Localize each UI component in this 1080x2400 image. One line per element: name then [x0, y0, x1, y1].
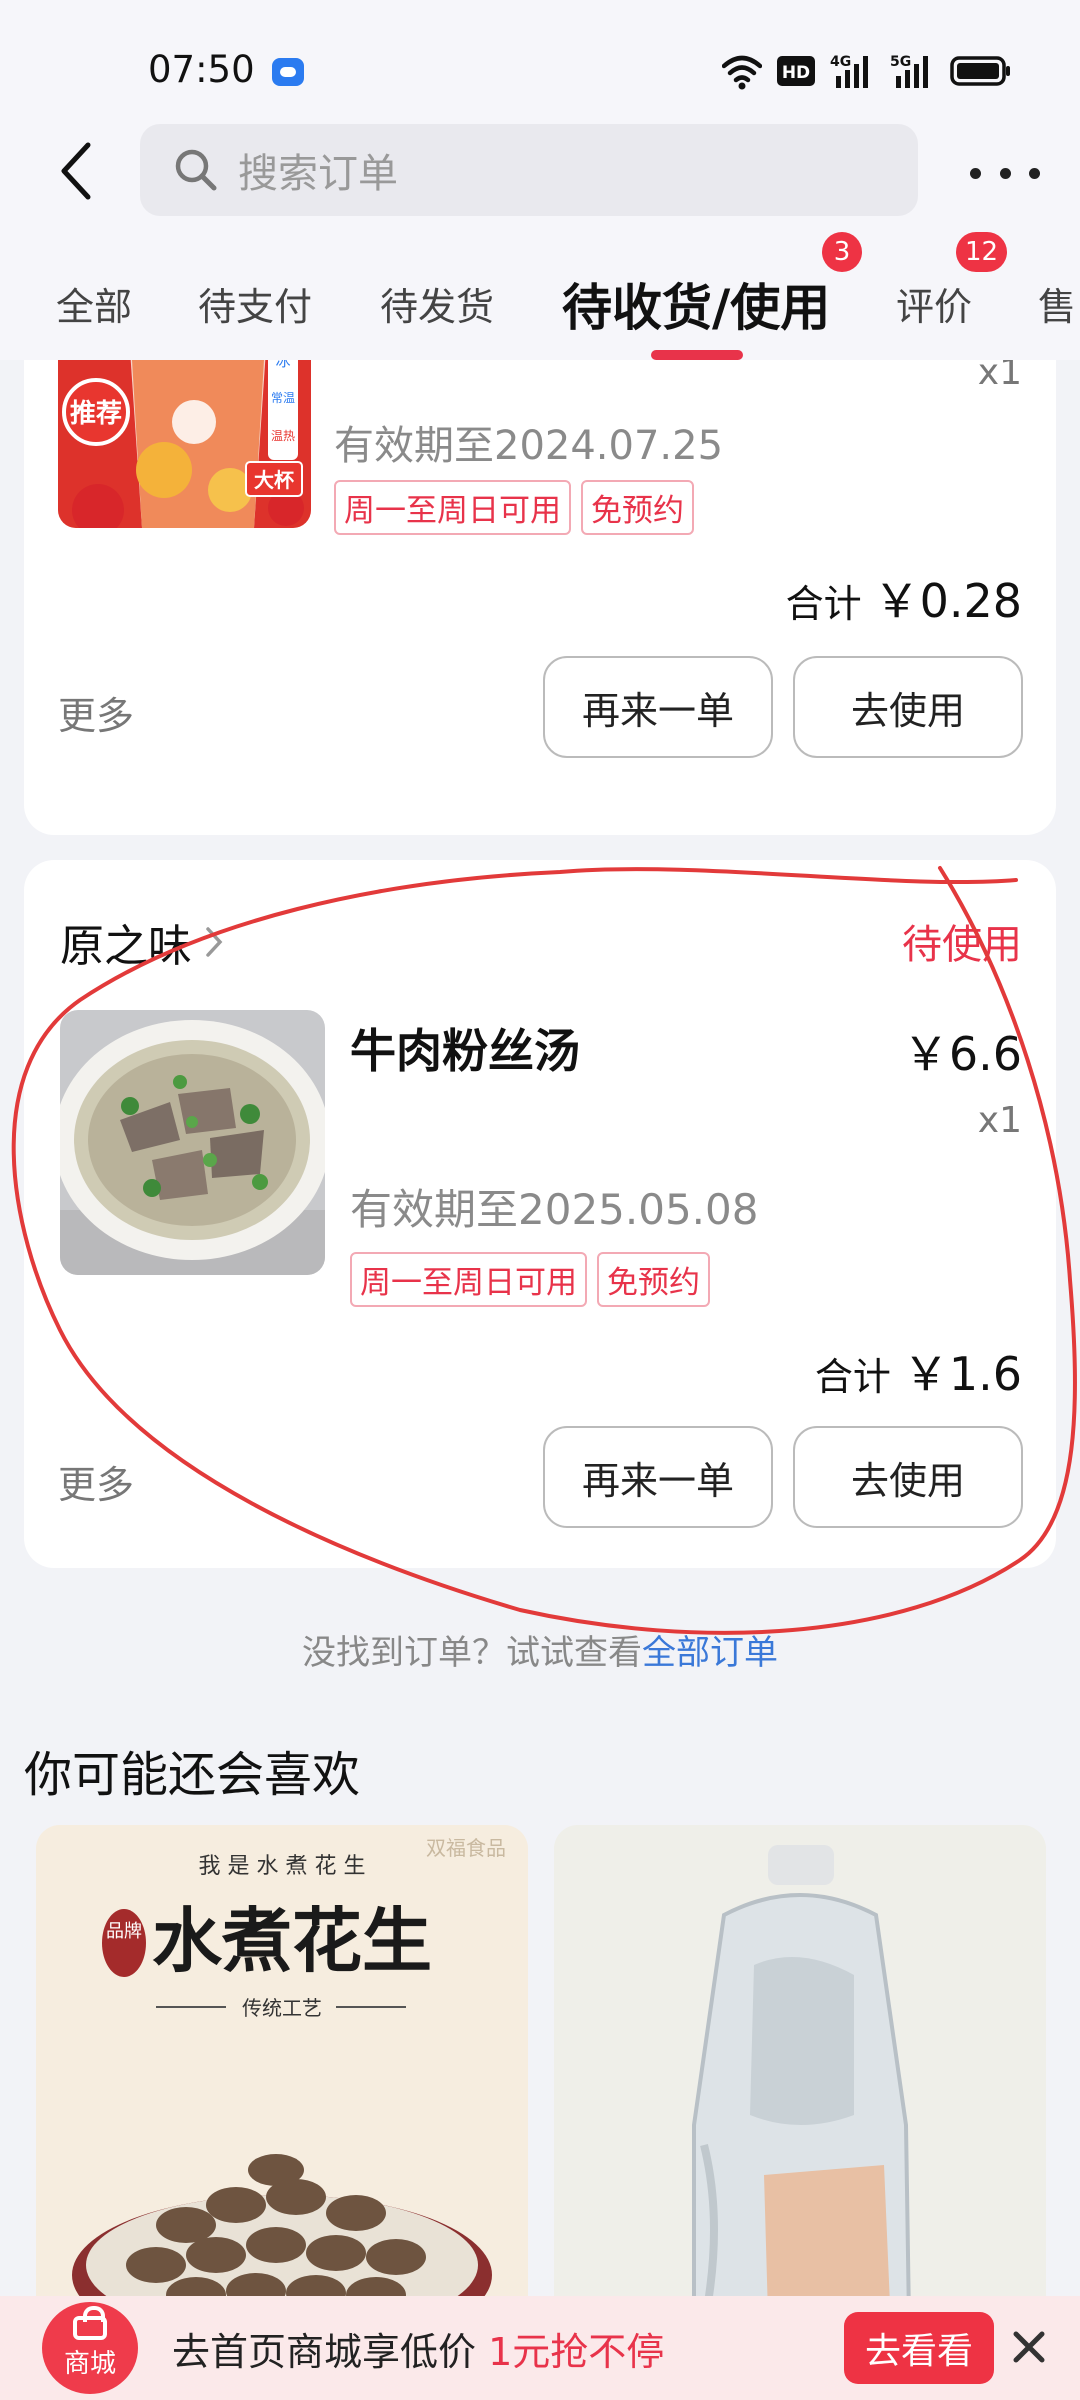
hd-label: HD: [782, 63, 810, 83]
search-icon: [175, 149, 217, 191]
product-image-soup: [60, 1010, 325, 1275]
room-temp-badge: 常温: [271, 391, 295, 405]
promo-text-main: 去首页商城享低价: [172, 2329, 489, 2374]
wifi-icon: [722, 55, 762, 90]
hd-icon: HD: [777, 56, 815, 86]
validity-date: 有效期至2024.07.25: [334, 423, 724, 469]
recommend-title: 你可能还会喜欢: [24, 1747, 361, 1803]
dot-icon: [970, 167, 981, 179]
tag-no-reservation: 免预约: [597, 1252, 710, 1307]
reorder-button[interactable]: 再来一单: [543, 656, 773, 758]
order-status: 待使用: [902, 922, 1022, 968]
reorder-button[interactable]: 再来一单: [543, 1426, 773, 1528]
peanut-brand: 品牌: [106, 1921, 142, 1942]
close-icon[interactable]: [1008, 2326, 1050, 2368]
shop-name-link[interactable]: 原之味: [60, 910, 224, 974]
recommend-card-peanuts[interactable]: 我 是 水 煮 花 生 双福食品 品牌 水煮花生 传统工艺: [36, 1825, 528, 2360]
product-name: 牛肉粉丝汤: [350, 1024, 580, 1078]
mall-logo-icon: 商城: [42, 2302, 138, 2394]
tag-weekday: 周一至周日可用: [350, 1252, 587, 1307]
quantity: x1: [977, 360, 1022, 393]
header: 搜索订单: [0, 118, 1080, 228]
peanut-subtitle: 传统工艺: [242, 1996, 322, 2020]
total-label: 合计: [814, 1355, 891, 1399]
tab-pending-payment[interactable]: 待支付: [198, 276, 312, 331]
search-placeholder: 搜索订单: [238, 151, 398, 197]
warm-badge: 温热: [271, 429, 295, 443]
mall-logo-text: 商城: [63, 2349, 116, 2379]
product-price: ￥6.6: [902, 1027, 1022, 1081]
dot-icon: [1029, 167, 1040, 179]
network-5g-label: 5G: [890, 54, 911, 70]
active-tab-indicator: [651, 350, 743, 360]
recommend-badge: 推荐: [70, 399, 122, 429]
more-link[interactable]: 更多: [58, 685, 134, 740]
hint-text: 没找到订单？试试查看: [302, 1633, 642, 1673]
more-options-button[interactable]: [970, 148, 1040, 198]
tag-no-reservation: 免预约: [581, 480, 694, 535]
total-label: 合计: [785, 582, 862, 626]
back-button[interactable]: [46, 136, 106, 206]
order-list: 推荐 大杯 冰 常温 温热 x1 有效期至2024.07.25 周一至周日可用 …: [0, 360, 1080, 2360]
cold-badge: 冰: [275, 360, 290, 370]
message-app-icon: [272, 58, 304, 86]
tab-badge-pending-receipt: 3: [822, 232, 862, 272]
order-status-tabs: 全部 待支付 待发货 待收货/使用 3 评价 12 售: [0, 228, 1080, 360]
use-button[interactable]: 去使用: [793, 1426, 1023, 1528]
use-button[interactable]: 去使用: [793, 656, 1023, 758]
total-amount: ￥0.28: [873, 574, 1022, 628]
order-card[interactable]: 推荐 大杯 冰 常温 温热 x1 有效期至2024.07.25 周一至周日可用 …: [24, 360, 1056, 835]
tab-badge-review: 12: [956, 232, 1008, 272]
tab-all[interactable]: 全部: [56, 276, 132, 331]
chevron-right-icon: [206, 927, 223, 957]
4g-signal-icon: 4G: [830, 54, 868, 88]
promo-go-button[interactable]: 去看看: [844, 2312, 994, 2384]
tab-review[interactable]: 评价: [896, 276, 972, 331]
promo-banner[interactable]: 商城 去首页商城享低价 1元抢不停 去看看: [0, 2296, 1080, 2400]
network-4g-label: 4G: [830, 54, 851, 70]
shop-name: 原之味: [60, 921, 192, 972]
total-amount: ￥1.6: [902, 1347, 1022, 1401]
order-card[interactable]: 原之味 待使用 牛肉粉丝汤 ￥6.6 x1 有效期至2025.05.08 周一至…: [24, 860, 1056, 1568]
empty-hint: 没找到订单？试试查看全部订单: [0, 1625, 1080, 1674]
tab-pending-receipt-use[interactable]: 待收货/使用: [562, 268, 830, 340]
status-icons: HD 4G 5G: [722, 52, 1012, 90]
tab-after-sales[interactable]: 售: [1038, 276, 1076, 331]
usage-tags: 周一至周日可用 免预约: [350, 1252, 710, 1307]
order-total: 合计 ￥0.28: [786, 565, 1022, 631]
peanut-title: 水煮花生: [152, 1899, 432, 1982]
recommend-card-bottle[interactable]: [554, 1825, 1046, 2360]
order-total: 合计 ￥1.6: [815, 1338, 1022, 1404]
battery-icon: [950, 56, 1010, 86]
more-link[interactable]: 更多: [58, 1454, 134, 1509]
promo-text-highlight: 1元抢不停: [488, 2329, 665, 2374]
back-arrow-icon: [61, 142, 91, 200]
search-input[interactable]: 搜索订单: [140, 124, 918, 216]
tab-pending-shipment[interactable]: 待发货: [380, 276, 494, 331]
tag-weekday: 周一至周日可用: [334, 480, 571, 535]
shopping-bag-icon: [73, 2306, 107, 2340]
quantity: x1: [977, 1100, 1022, 1141]
large-cup-badge: 大杯: [254, 468, 294, 492]
5g-signal-icon: 5G: [890, 54, 928, 88]
dot-icon: [999, 167, 1011, 179]
promo-text: 去首页商城享低价 1元抢不停: [172, 2321, 664, 2376]
validity-date: 有效期至2025.05.08: [350, 1185, 759, 1234]
peanut-watermark: 双福食品: [426, 1836, 506, 1860]
product-image-drink: 推荐 大杯 冰 常温 温热: [58, 360, 311, 528]
status-time: 07:50: [148, 48, 255, 91]
usage-tags: 周一至周日可用 免预约: [334, 480, 694, 535]
all-orders-link[interactable]: 全部订单: [642, 1633, 778, 1673]
peanut-top-line: 我 是 水 煮 花 生: [199, 1854, 366, 1879]
